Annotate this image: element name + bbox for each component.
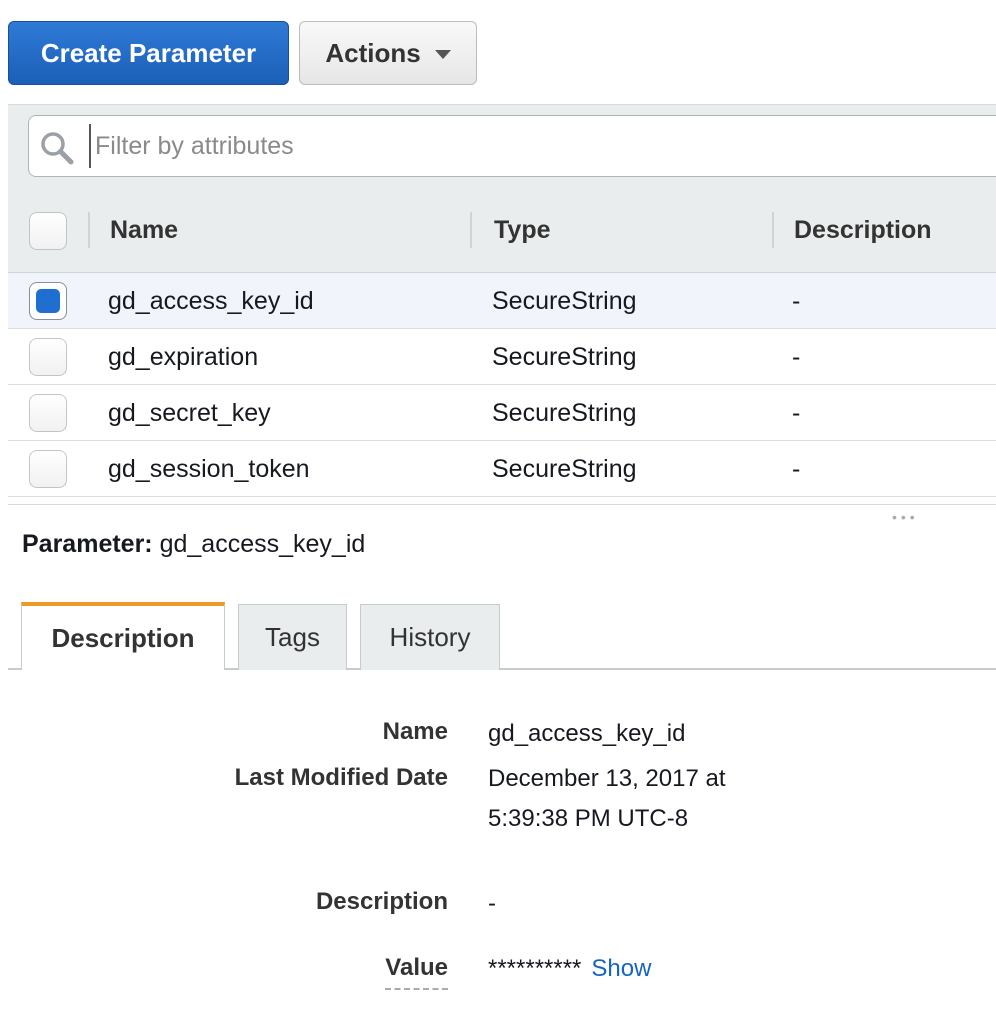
cell-description: - (792, 454, 801, 483)
name-value: gd_access_key_id (488, 720, 686, 747)
parameters-table: Name Type Description gd_access_key_id S… (8, 188, 996, 497)
name-label: Name (382, 718, 448, 745)
show-value-link[interactable]: Show (591, 955, 651, 982)
row-checkbox[interactable] (29, 394, 67, 432)
column-separator[interactable] (772, 212, 774, 248)
last-modified-label: Last Modified Date (234, 764, 448, 791)
cell-description: - (792, 398, 801, 427)
cell-type: SecureString (492, 454, 637, 483)
cell-type: SecureString (492, 342, 637, 371)
last-modified-time: 5:39:38 PM UTC-8 (488, 805, 689, 832)
chevron-down-icon (434, 49, 451, 59)
tab-tags[interactable]: Tags (238, 604, 347, 670)
parameter-title-value: gd_access_key_id (159, 530, 366, 558)
description-value: - (488, 890, 496, 917)
create-parameter-label: Create Parameter (40, 37, 257, 68)
filter-box[interactable] (28, 115, 996, 177)
parameter-title: Parameter: gd_access_key_id (22, 530, 365, 559)
last-modified-date: December 13, 2017 at (488, 765, 726, 792)
resize-grip-icon[interactable]: ••• (892, 510, 919, 524)
value-masked: ********** (488, 955, 582, 982)
cell-name: gd_expiration (108, 342, 259, 371)
cell-name: gd_session_token (108, 454, 310, 483)
column-header-name[interactable]: Name (110, 188, 178, 273)
cell-type: SecureString (492, 398, 637, 427)
row-checkbox[interactable] (29, 338, 67, 376)
value-field: ********** Show (488, 949, 651, 989)
column-header-description[interactable]: Description (794, 188, 932, 273)
actions-label: Actions (325, 37, 421, 68)
cell-description: - (792, 286, 801, 315)
table-row[interactable]: gd_session_token SecureString - (8, 441, 996, 497)
panel-divider[interactable] (8, 504, 996, 507)
filter-input[interactable] (89, 124, 989, 168)
cell-name: gd_secret_key (108, 398, 271, 427)
column-header-type[interactable]: Type (494, 188, 551, 273)
cell-type: SecureString (492, 286, 637, 315)
cell-name: gd_access_key_id (108, 286, 314, 315)
column-separator[interactable] (470, 212, 472, 248)
last-modified-value: December 13, 2017 at 5:39:38 PM UTC-8 (488, 759, 725, 839)
search-icon (41, 132, 74, 165)
value-label[interactable]: Value (385, 954, 448, 990)
column-separator[interactable] (88, 212, 90, 248)
parameter-title-label: Parameter: (22, 530, 153, 558)
tab-description[interactable]: Description (21, 602, 225, 670)
create-parameter-button[interactable]: Create Parameter (8, 21, 289, 85)
filter-bar (8, 104, 996, 188)
select-all-checkbox[interactable] (29, 212, 67, 250)
row-checkbox[interactable] (29, 450, 67, 488)
row-checkbox[interactable] (29, 282, 67, 320)
table-row[interactable]: gd_secret_key SecureString - (8, 385, 996, 441)
tab-history[interactable]: History (360, 604, 500, 670)
table-row[interactable]: gd_expiration SecureString - (8, 329, 996, 385)
table-row[interactable]: gd_access_key_id SecureString - (8, 273, 996, 329)
actions-dropdown-button[interactable]: Actions (299, 21, 477, 85)
description-label: Description (315, 888, 448, 915)
cell-description: - (792, 342, 801, 371)
table-header: Name Type Description (8, 188, 996, 273)
